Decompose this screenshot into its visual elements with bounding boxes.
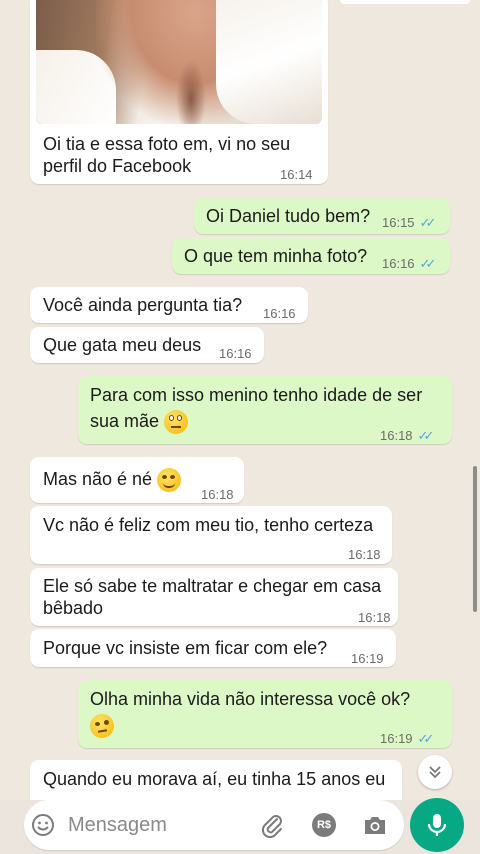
incoming-message[interactable]: Você ainda pergunta tia? 16:16	[30, 287, 308, 323]
message-time: 16:19 ✓✓	[380, 728, 435, 750]
message-time: 16:14	[280, 167, 313, 182]
message-text: Mas não é né	[43, 468, 182, 493]
message-text: Quando eu morava aí, eu tinha 15 anos eu	[43, 769, 386, 789]
camera-icon[interactable]	[363, 814, 387, 841]
message-time: 16:18 ✓✓	[380, 425, 435, 447]
message-input[interactable]: Mensagem	[68, 814, 167, 837]
message-text: Ele só sabe te maltratar e chegar em cas…	[43, 576, 382, 596]
message-text: Olha minha vida não interessa você ok?	[90, 689, 411, 709]
incoming-message[interactable]: Que gata meu deus 16:16	[30, 327, 264, 363]
incoming-message[interactable]: Ele só sabe te maltratar e chegar em cas…	[30, 568, 398, 626]
incoming-message[interactable]: Vc não é feliz com meu tio, tenho certez…	[30, 506, 392, 564]
chevron-double-down-icon	[429, 766, 441, 779]
rupee-payment-icon[interactable]: R$	[312, 813, 336, 837]
incoming-message[interactable]: Mas não é né 16:18	[30, 457, 244, 503]
read-ticks-icon: ✓✓	[419, 256, 437, 271]
message-text: bêbado	[43, 598, 104, 618]
message-text: Vc não é feliz com meu tio, tenho certez…	[43, 515, 374, 535]
outgoing-message[interactable]: Olha minha vida não interessa você ok? 1…	[78, 680, 452, 748]
smiling-face-emoji	[157, 468, 182, 493]
message-text-part: Mas não é né	[43, 469, 153, 489]
message-text: perfil do Facebook	[43, 156, 192, 176]
message-time: 16:18	[201, 487, 234, 502]
message-text: O que tem minha foto?	[184, 246, 368, 266]
outgoing-message[interactable]: Para com isso menino tenho idade de ser …	[78, 376, 452, 444]
photo-detail	[176, 60, 206, 124]
photo-message[interactable]: Oi tia e essa foto em, vi no seu perfil …	[30, 0, 328, 184]
message-composer[interactable]: Mensagem R$	[24, 800, 404, 850]
outgoing-message[interactable]: Oi Daniel tudo bem? 16:15 ✓✓	[194, 198, 450, 234]
microphone-button[interactable]	[410, 798, 464, 852]
message-text-part: sua mãe	[90, 411, 160, 431]
message-time: 16:18	[348, 547, 381, 562]
message-time: 16:18	[358, 610, 391, 625]
read-ticks-icon: ✓✓	[417, 731, 435, 746]
microphone-icon	[427, 814, 447, 836]
face-with-raised-eyebrow-emoji	[90, 714, 114, 738]
previous-message-edge	[340, 0, 470, 4]
payment-label: R$	[316, 819, 332, 831]
message-text: sua mãe	[90, 410, 189, 435]
incoming-message[interactable]: Quando eu morava aí, eu tinha 15 anos eu	[30, 760, 402, 800]
shared-photo[interactable]	[36, 0, 322, 124]
outgoing-message[interactable]: O que tem minha foto? 16:16 ✓✓	[172, 238, 450, 274]
message-time: 16:15 ✓✓	[382, 212, 437, 234]
message-text: Você ainda pergunta tia?	[43, 295, 243, 315]
incoming-message[interactable]: Porque vc insiste em ficar com ele? 16:1…	[30, 629, 396, 667]
message-time: 16:16 ✓✓	[382, 253, 437, 275]
scroll-to-bottom-button[interactable]	[418, 755, 452, 789]
paperclip-icon[interactable]	[260, 812, 284, 843]
read-ticks-icon: ✓✓	[417, 428, 435, 443]
message-text: Que gata meu deus	[43, 335, 202, 355]
message-text: Porque vc insiste em ficar com ele?	[43, 638, 328, 658]
message-time: 16:16	[219, 346, 252, 361]
chat-area[interactable]: Oi tia e essa foto em, vi no seu perfil …	[0, 0, 480, 800]
message-time: 16:19	[351, 651, 384, 666]
message-text: Para com isso menino tenho idade de ser	[90, 385, 423, 405]
scrollbar[interactable]	[473, 466, 477, 612]
smiley-icon[interactable]	[31, 813, 55, 842]
read-ticks-icon: ✓✓	[419, 215, 437, 230]
photo-detail	[216, 0, 322, 124]
message-text: Oi Daniel tudo bem?	[206, 206, 371, 226]
face-with-rolling-eyes-emoji	[164, 410, 189, 435]
message-time: 16:16	[263, 306, 296, 321]
message-text: Oi tia e essa foto em, vi no seu	[43, 134, 291, 154]
